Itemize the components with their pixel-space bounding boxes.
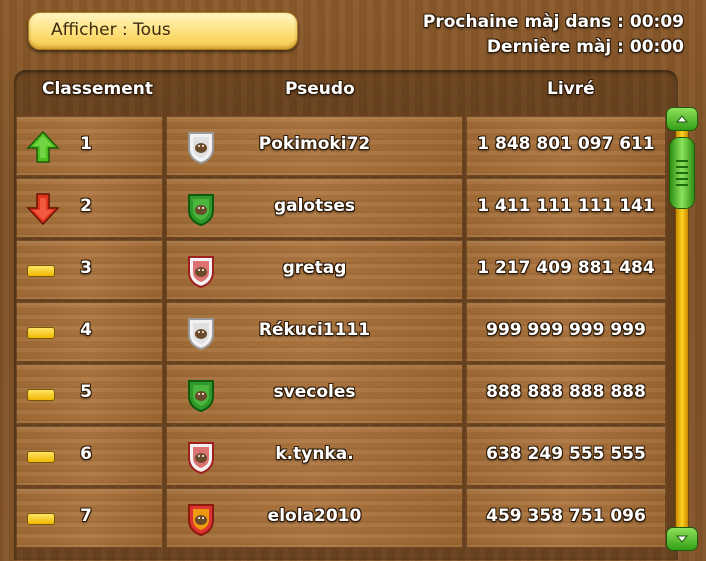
rank-number: 7 (80, 506, 92, 526)
player-name: galotses (273, 196, 356, 216)
scroll-up-button[interactable] (667, 108, 697, 130)
player-cell[interactable]: svecoles (166, 364, 463, 424)
rank-cell: 2 (16, 178, 163, 238)
player-cell[interactable]: gretag (166, 240, 463, 300)
chevron-up-icon (675, 115, 689, 123)
delivered-cell: 1 848 801 097 611 (466, 116, 666, 176)
rank-cell: 6 (16, 426, 163, 486)
table-row[interactable]: 2 galotses 1 411 111 111 141 (16, 178, 666, 238)
table-row[interactable]: 1 Pokimoki72 1 848 801 097 611 (16, 116, 666, 176)
delivered-cell: 1 411 111 111 141 (466, 178, 666, 238)
player-name: svecoles (273, 382, 356, 402)
player-cell[interactable]: k.tynka. (166, 426, 463, 486)
rank-cell: 3 (16, 240, 163, 300)
table-row[interactable]: 6 k.tynka. 638 249 555 555 (16, 426, 666, 486)
delivered-value: 459 358 751 096 (486, 506, 646, 526)
table-row[interactable]: 4 Rékuci1111 999 999 999 999 (16, 302, 666, 362)
delivered-value: 888 888 888 888 (486, 382, 646, 402)
player-cell[interactable]: Pokimoki72 (166, 116, 463, 176)
next-update-text: Prochaine màj dans : 00:09 (422, 12, 684, 32)
rank-number: 2 (80, 196, 92, 216)
delivered-cell: 888 888 888 888 (466, 364, 666, 424)
table-row[interactable]: 5 svecoles 888 888 888 888 (16, 364, 666, 424)
rank-cell: 1 (16, 116, 163, 176)
rank-number: 5 (80, 382, 92, 402)
player-name: Pokimoki72 (258, 134, 371, 154)
delivered-value: 1 217 409 881 484 (477, 258, 655, 278)
player-name: k.tynka. (275, 444, 354, 464)
last-update-text: Dernière màj : 00:00 (486, 37, 684, 57)
rank-cell: 7 (16, 488, 163, 548)
table-header: Classement Pseudo Livré (14, 70, 678, 114)
player-name: gretag (282, 258, 347, 278)
scrollbar-thumb[interactable] (670, 138, 694, 208)
delivered-cell: 459 358 751 096 (466, 488, 666, 548)
column-header-player: Pseudo (285, 79, 355, 99)
delivered-value: 999 999 999 999 (486, 320, 646, 340)
delivered-value: 638 249 555 555 (486, 444, 646, 464)
rank-cell: 5 (16, 364, 163, 424)
filter-dropdown[interactable]: Afficher : Tous (28, 12, 298, 50)
scrollbar[interactable] (667, 108, 697, 550)
delivered-cell: 999 999 999 999 (466, 302, 666, 362)
delivered-cell: 638 249 555 555 (466, 426, 666, 486)
player-cell[interactable]: Rékuci1111 (166, 302, 463, 362)
rank-number: 4 (80, 320, 92, 340)
update-timers: Prochaine màj dans : 00:09 Dernière màj … (423, 10, 684, 60)
rank-number: 3 (80, 258, 92, 278)
player-cell[interactable]: elola2010 (166, 488, 463, 548)
delivered-cell: 1 217 409 881 484 (466, 240, 666, 300)
leaderboard-table: Classement Pseudo Livré 1 Pokimoki72 1 848… (14, 70, 678, 560)
filter-label: Afficher : Tous (51, 20, 171, 40)
table-row[interactable]: 7 elola2010 459 358 751 096 (16, 488, 666, 548)
delivered-value: 1 411 111 111 141 (477, 196, 655, 216)
rank-cell: 4 (16, 302, 163, 362)
column-header-rank: Classement (42, 79, 154, 99)
rank-number: 6 (80, 444, 92, 464)
delivered-value: 1 848 801 097 611 (477, 134, 655, 154)
player-cell[interactable]: galotses (166, 178, 463, 238)
table-row[interactable]: 3 gretag 1 217 409 881 484 (16, 240, 666, 300)
player-name: elola2010 (267, 506, 362, 526)
scroll-down-button[interactable] (667, 528, 697, 550)
column-header-delivered: Livré (547, 79, 595, 99)
player-name: Rékuci1111 (258, 320, 371, 340)
chevron-down-icon (675, 535, 689, 543)
rank-number: 1 (80, 134, 92, 154)
